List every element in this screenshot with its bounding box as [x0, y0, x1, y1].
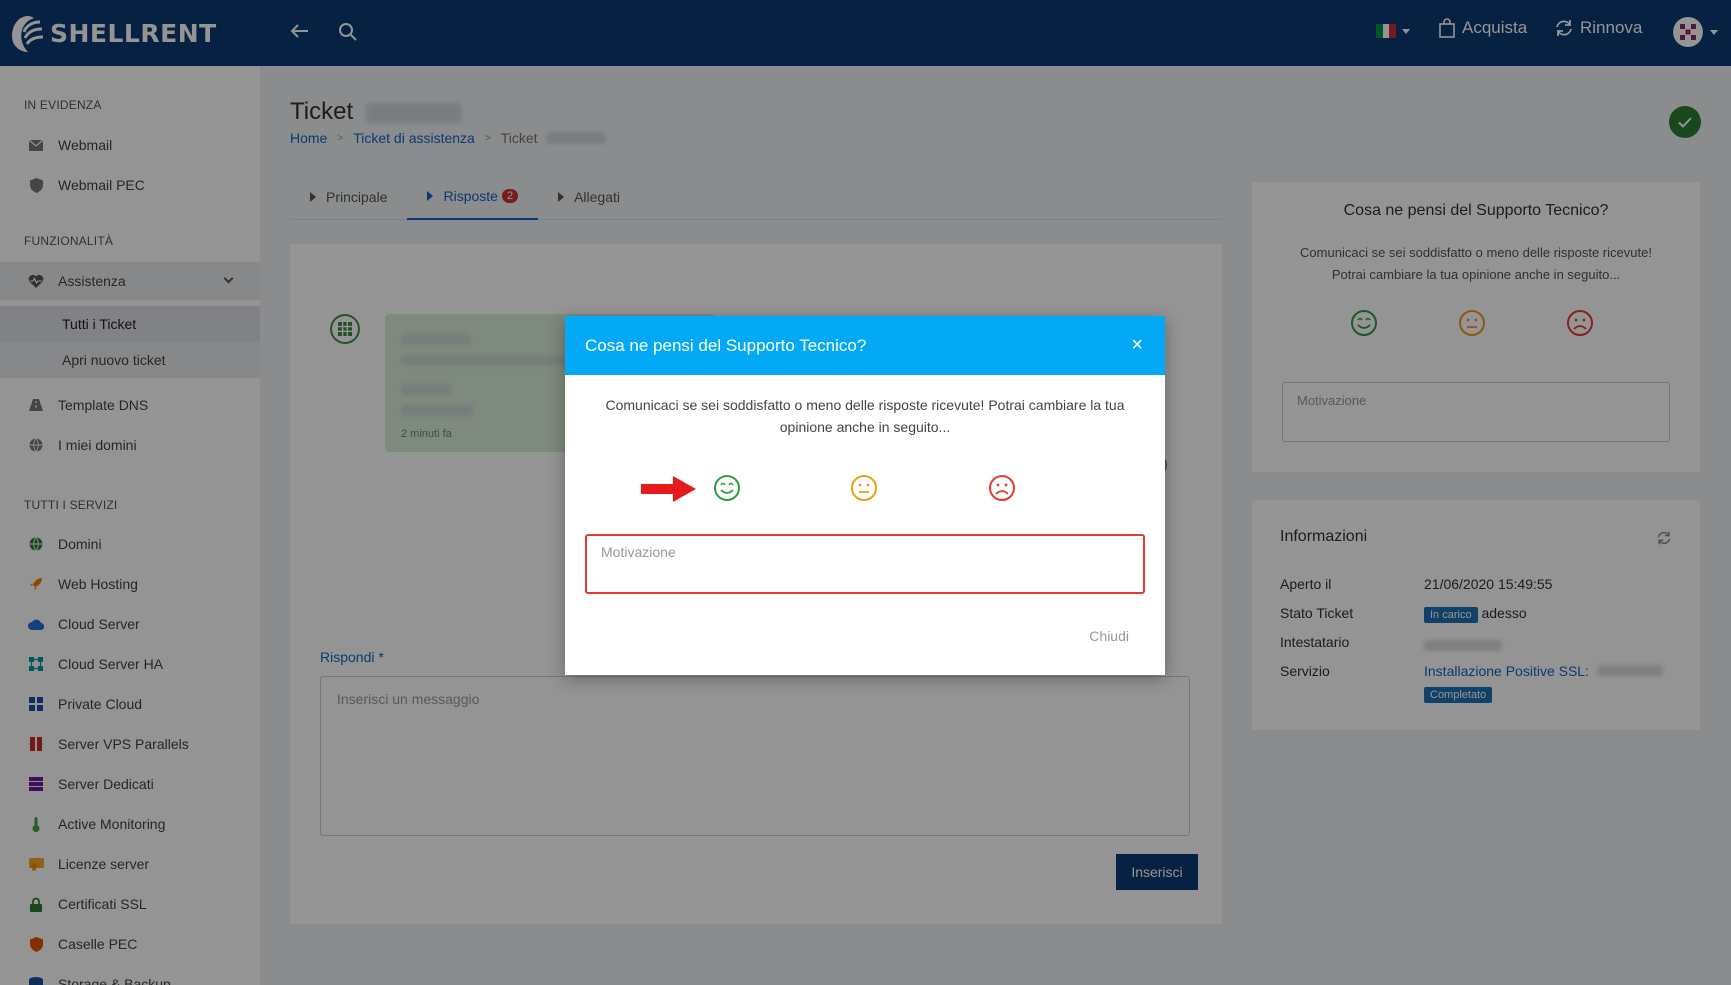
feedback-modal: Cosa ne pensi del Supporto Tecnico? × Co…	[565, 316, 1165, 675]
close-button[interactable]: Chiudi	[1089, 628, 1129, 644]
sad-face-icon[interactable]	[988, 474, 1016, 502]
modal-motivation-input[interactable]: Motivazione	[585, 534, 1145, 594]
happy-face-icon[interactable]	[713, 474, 741, 502]
modal-header: Cosa ne pensi del Supporto Tecnico? ×	[565, 316, 1165, 375]
close-icon[interactable]: ×	[1131, 334, 1143, 357]
neutral-face-icon[interactable]	[850, 474, 878, 502]
modal-title: Cosa ne pensi del Supporto Tecnico?	[585, 335, 867, 355]
red-arrow-icon	[641, 476, 696, 502]
modal-text: Comunicaci se sei soddisfatto o meno del…	[605, 397, 1125, 435]
